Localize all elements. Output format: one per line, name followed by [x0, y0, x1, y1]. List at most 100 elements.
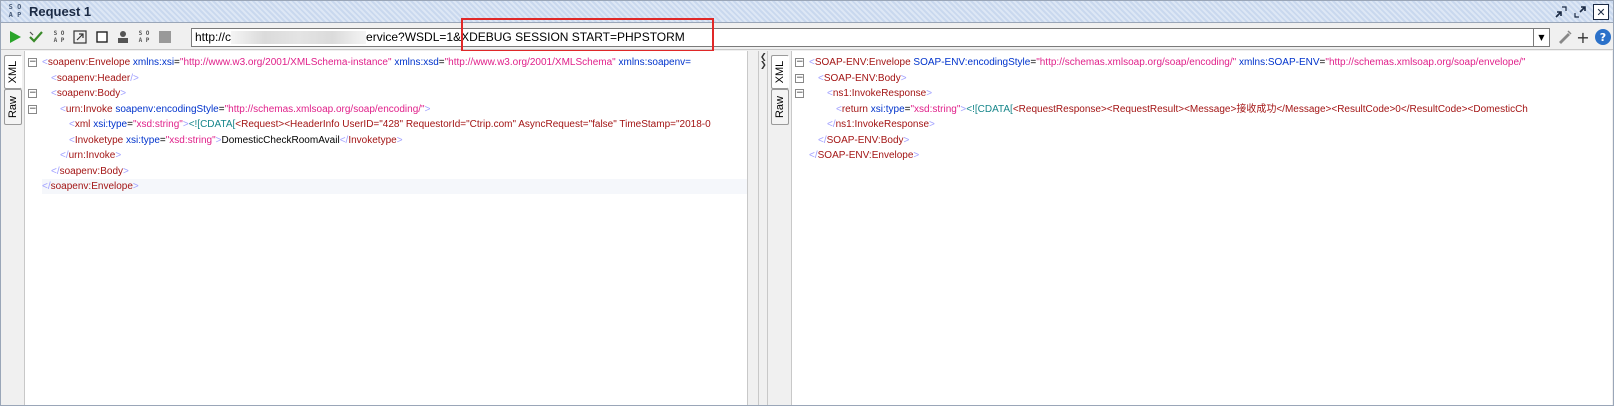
xml-tag: xml [74, 119, 91, 130]
xml-val: "xsd:string" [132, 119, 183, 130]
code-line[interactable]: <SOAP-ENV:Body> [818, 71, 907, 86]
code-line[interactable]: <soapenv:Envelope xmlns:xsi="http://www.… [42, 55, 691, 70]
minimize-icon[interactable] [1553, 4, 1569, 20]
xml-bracket: </ [827, 119, 836, 130]
fold-toggle-icon[interactable]: − [795, 73, 804, 83]
code-line[interactable]: <Invoketype xsi:type="xsd:string">Domest… [69, 133, 403, 148]
code-line[interactable]: </SOAP-ENV:Envelope> [809, 148, 919, 163]
request-editor[interactable]: − − − <soapenv:Envelope xmlns:xsi="http://… [25, 51, 747, 405]
soap-format-icon[interactable]: S OA P [51, 29, 67, 45]
soap-request-window: S OA P Request 1 ✕ S OA P S OA P http://… [0, 0, 1614, 406]
xml-tag: Invoketype [74, 134, 124, 146]
code-line[interactable]: </ns1:InvokeResponse> [827, 117, 935, 132]
xml-tag: SOAP-ENV:Envelope [814, 57, 911, 68]
xml-tag: <Request><HeaderInfo UserID="428" Reques… [235, 119, 711, 130]
url-dropdown-icon[interactable]: ▼ [1534, 28, 1550, 47]
code-line[interactable]: <ns1:InvokeResponse> [827, 86, 932, 101]
xml-attr: soapenv:encodingStyle [115, 103, 219, 115]
xml-bracket: > [115, 150, 122, 161]
xml-tag: SOAP-ENV:Envelope [817, 150, 914, 161]
tab-request-xml[interactable]: XML [4, 55, 22, 89]
xml-bracket: > [123, 165, 129, 177]
split-divider[interactable]: ❮ ❯ [758, 51, 768, 405]
code-line[interactable]: <soapenv:Body> [51, 86, 126, 101]
xml-bracket: </ [60, 150, 69, 161]
request-view-tabs: XML Raw [1, 51, 25, 405]
response-fold-gutter: − − − [792, 51, 806, 405]
tab-response-raw[interactable]: Raw [771, 89, 789, 125]
expand-icon[interactable] [72, 29, 88, 45]
add-icon[interactable]: + [1575, 28, 1591, 47]
xml-tag: Invoketype [348, 134, 397, 146]
code-line[interactable]: </urn:Invoke> [60, 148, 121, 163]
clear-icon[interactable] [94, 29, 110, 45]
request-xml-code[interactable]: <soapenv:Envelope xmlns:xsi="http://www.… [42, 51, 747, 405]
xml-tag: urn:Invoke [68, 150, 116, 161]
fold-toggle-icon[interactable]: − [795, 58, 804, 67]
stop-icon[interactable] [157, 29, 173, 45]
xml-bracket: </ [42, 181, 51, 192]
code-line[interactable]: <xml xsi:type="xsd:string"><![CDATA[<Req… [69, 117, 711, 132]
xml-val: "http://www.w3.org/2001/XMLSchema" [444, 57, 616, 68]
tab-request-raw[interactable]: Raw [4, 89, 22, 125]
fold-toggle-icon[interactable]: − [28, 104, 37, 114]
xml-val: "xsd:string" [910, 103, 961, 115]
xml-bracket: > [903, 134, 910, 146]
response-editor[interactable]: − − − <SOAP-ENV:Envelope SOAP-ENV:encoding… [792, 51, 1612, 405]
help-icon[interactable]: ? [1595, 29, 1611, 45]
xml-attr: SOAP-ENV:encodingStyle [913, 57, 1031, 68]
xml-val: "http://www.w3.org/2001/XMLSchema-instan… [179, 57, 392, 68]
xml-tag: ns1:InvokeResponse [835, 119, 930, 130]
xml-tag: soapenv:Header [56, 72, 131, 84]
xml-text: DomesticCheckRoomAvail [221, 134, 340, 146]
xml-bracket: > [396, 134, 403, 146]
validate-icon[interactable] [28, 29, 44, 45]
fold-toggle-icon[interactable]: − [28, 58, 37, 67]
user-icon[interactable] [115, 29, 131, 45]
xml-attr: xmlns:soapenv= [618, 57, 692, 68]
code-line[interactable]: <return xsi:type="xsd:string"><![CDATA[<… [836, 102, 1528, 117]
endpoint-url-input[interactable]: http://c ervice?WSDL=1&XDEBUG SESSION STA… [191, 28, 1534, 47]
xml-bracket: > [132, 181, 139, 192]
soap-format2-icon[interactable]: S OA P [136, 29, 152, 45]
xml-bracket: > [929, 119, 935, 130]
run-icon[interactable] [7, 29, 23, 45]
xml-cdata: <![CDATA[ [966, 103, 1013, 115]
xml-attr: xmlns:xsi [132, 57, 175, 68]
response-xml-code[interactable]: <SOAP-ENV:Envelope SOAP-ENV:encodingStyl… [809, 51, 1612, 405]
xml-val: "http://schemas.xmlsoap.org/soap/encodin… [1036, 57, 1237, 68]
code-line[interactable]: </SOAP-ENV:Body> [818, 133, 909, 148]
xml-tag: ns1:InvokeResponse [832, 88, 927, 99]
xml-bracket: > [424, 103, 431, 115]
xml-attr: xsi:type [93, 119, 128, 130]
close-icon[interactable]: ✕ [1593, 4, 1609, 20]
split-arrows-icon[interactable]: ❮ ❯ [760, 53, 767, 69]
xml-tag: soapenv:Envelope [47, 57, 131, 68]
edit-endpoint-icon[interactable] [1557, 29, 1573, 45]
restore-icon[interactable] [1572, 4, 1588, 20]
code-line[interactable]: <soapenv:Header/> [51, 71, 139, 86]
xml-bracket: /> [130, 72, 139, 84]
url-redacted [231, 31, 367, 45]
fold-toggle-icon[interactable]: − [795, 89, 804, 98]
current-line-highlight [42, 179, 747, 194]
xml-bracket: </ [809, 150, 818, 161]
request-toolbar: S OA P S OA P http://c ervice?WSDL=1&XDEB… [1, 24, 1613, 50]
request-scrollbar[interactable] [747, 51, 758, 405]
code-line[interactable]: </soapenv:Body> [51, 164, 129, 179]
xml-tag: return [841, 103, 868, 115]
xml-attr: xsi:type [126, 134, 160, 146]
fold-toggle-icon[interactable]: − [28, 89, 37, 98]
code-line[interactable]: <urn:Invoke soapenv:encodingStyle="http:… [60, 102, 430, 117]
tab-response-xml[interactable]: XML [771, 55, 789, 89]
xml-tag: soapenv:Envelope [50, 181, 133, 192]
xml-cdata: <![CDATA[ [188, 119, 236, 130]
soap-logo-icon: S OA P [8, 3, 22, 19]
url-prefix: http://c [195, 30, 232, 44]
code-line[interactable]: </soapenv:Envelope> [42, 179, 139, 194]
code-line[interactable]: <SOAP-ENV:Envelope SOAP-ENV:encodingStyl… [809, 55, 1525, 70]
xml-val: "xsd:string" [165, 134, 216, 146]
url-suffix: ervice?WSDL= [366, 30, 447, 44]
request-fold-gutter: − − − [25, 51, 39, 405]
xml-tag: SOAP-ENV:Body [823, 72, 901, 84]
